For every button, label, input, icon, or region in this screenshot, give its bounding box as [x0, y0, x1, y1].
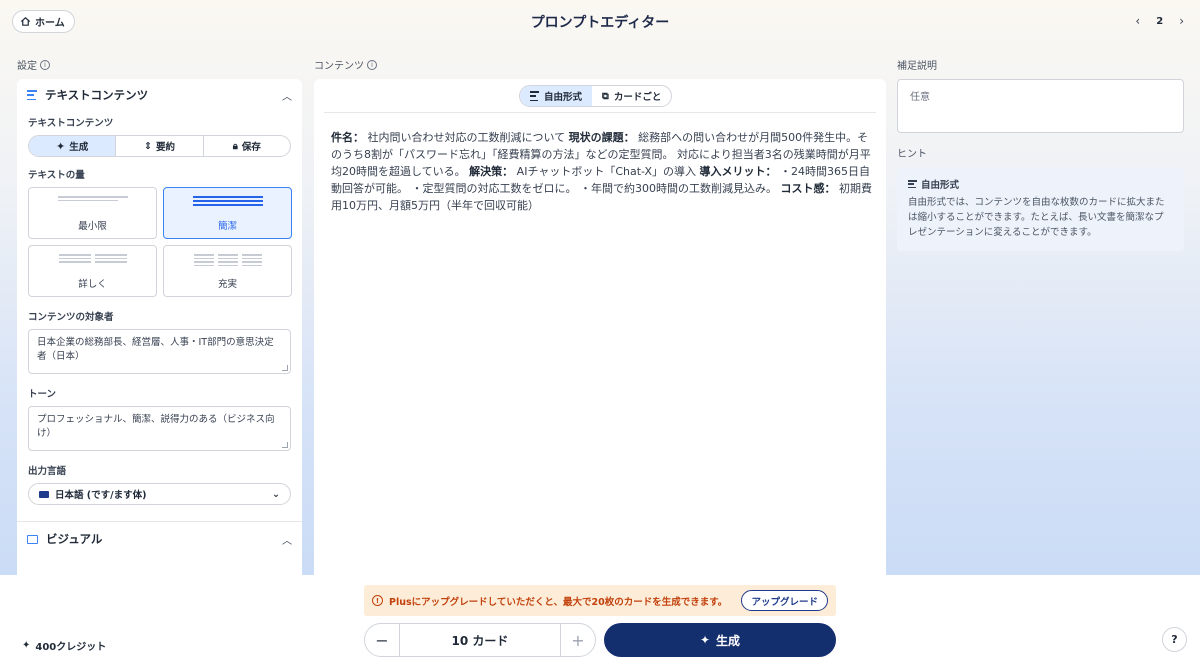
- content-mode-toggle: 自由形式 ⧉ カードごと: [519, 85, 673, 107]
- text-lines-icon: [27, 90, 37, 100]
- chevron-down-icon: ⌄: [272, 488, 280, 500]
- footer-bar: ! Plusにアップグレードしていただくと、最大で20枚のカードを生成できます。…: [0, 575, 1200, 665]
- chevron-up-icon[interactable]: ︿: [282, 532, 292, 547]
- increment-button[interactable]: +: [560, 624, 595, 656]
- tab-card-by-card[interactable]: ⧉ カードごと: [592, 86, 671, 106]
- hint-title: 自由形式: [908, 177, 1173, 191]
- hint-label: ヒント: [897, 149, 927, 160]
- language-icon: [39, 490, 49, 498]
- notes-section-label: 補足説明: [897, 61, 937, 72]
- amount-minimal-option[interactable]: 最小限: [28, 187, 157, 239]
- cards-icon: ⧉: [602, 90, 609, 102]
- chevron-right-icon[interactable]: ›: [1179, 14, 1184, 28]
- sparkle-icon: ✦: [22, 640, 31, 651]
- image-icon: [27, 534, 38, 544]
- content-heading: 現状の課題：: [568, 131, 635, 144]
- sparkle-icon: ✦: [699, 633, 711, 647]
- hint-body: 自由形式では、コンテンツを自由な枚数のカードに拡大または縮小することができます。…: [908, 197, 1165, 238]
- settings-section-label: 設定 i: [17, 57, 50, 72]
- card-count-value: 10 カード: [451, 633, 509, 648]
- page-title: プロンプトエディター: [530, 15, 670, 31]
- text-content-panel-title: テキストコンテンツ: [45, 88, 149, 102]
- mode-summarize-button[interactable]: ⇕ 要約: [116, 136, 204, 156]
- content-editor[interactable]: 件名： 社内問い合わせ対応の工数削減について 現状の課題： 総務部への問い合わせ…: [331, 129, 872, 214]
- info-icon[interactable]: i: [40, 59, 50, 70]
- text-lines-icon: [530, 91, 539, 101]
- help-button[interactable]: ?: [1162, 627, 1187, 652]
- amount-extensive-option[interactable]: 充実: [163, 245, 292, 297]
- bars-icon: [58, 254, 127, 263]
- visual-panel-title: ビジュアル: [46, 532, 103, 546]
- decrement-button[interactable]: −: [365, 624, 400, 656]
- content-panel: 自由形式 ⧉ カードごと 件名： 社内問い合わせ対応の工数削減について 現状の課…: [314, 79, 886, 579]
- tone-label: トーン: [28, 389, 57, 400]
- text-amount-options: 最小限 簡潔 詳しく 充実: [17, 187, 302, 297]
- audience-textarea[interactable]: 日本企業の総務部長、経営層、人事・IT部門の意思決定者（日本）: [28, 329, 291, 374]
- text-amount-label: テキストの量: [28, 170, 85, 181]
- generate-button[interactable]: ✦ 生成: [604, 623, 836, 657]
- content-heading: 解決策：: [469, 165, 514, 178]
- amount-concise-option[interactable]: 簡潔: [163, 187, 292, 239]
- language-select[interactable]: 日本語 (です/ます体) ⌄: [28, 483, 291, 505]
- compress-icon: ⇕: [144, 140, 152, 152]
- hint-box: 自由形式 自由形式では、コンテンツを自由な枚数のカードに拡大または縮小することが…: [897, 167, 1184, 251]
- mode-generate-button[interactable]: ✦ 生成: [29, 136, 117, 156]
- text-mode-label: テキストコンテンツ: [28, 118, 114, 129]
- page-number: 2: [1156, 15, 1164, 27]
- credits-indicator[interactable]: ✦ 400クレジット: [22, 638, 106, 653]
- content-heading: 件名：: [331, 131, 364, 144]
- visual-panel-header[interactable]: ビジュアル ︿: [17, 522, 302, 556]
- tone-textarea[interactable]: プロフェッショナル、簡潔、説得力のある（ビジネス向け）: [28, 406, 291, 451]
- settings-panel: テキストコンテンツ ︿ テキストコンテンツ ✦ 生成 ⇕ 要約 🔒︎ 保存 テキ…: [17, 79, 302, 579]
- card-count-stepper: − 10 カード +: [364, 623, 596, 657]
- content-section-label: コンテンツ i: [314, 57, 377, 72]
- language-label: 出力言語: [28, 466, 67, 477]
- content-heading: 導入メリット：: [699, 165, 777, 178]
- bars-icon: [192, 196, 263, 206]
- content-heading: コスト感：: [780, 182, 836, 195]
- tab-freeform[interactable]: 自由形式: [520, 86, 593, 106]
- text-mode-segmented: ✦ 生成 ⇕ 要約 🔒︎ 保存: [28, 135, 291, 157]
- header: ホーム プロンプトエディター ‹ 2 ›: [0, 0, 1200, 44]
- upgrade-message: Plusにアップグレードしていただくと、最大で20枚のカードを生成できます。: [389, 596, 728, 608]
- lock-icon: 🔒︎: [232, 140, 238, 152]
- text-content-panel-header[interactable]: テキストコンテンツ ︿: [17, 79, 302, 111]
- divider: [324, 112, 876, 113]
- content-body: 社内問い合わせ対応の工数削減について: [364, 131, 569, 144]
- bars-icon: [57, 196, 128, 201]
- upgrade-banner: ! Plusにアップグレードしていただくと、最大で20枚のカードを生成できます。…: [364, 585, 836, 616]
- mode-preserve-button[interactable]: 🔒︎ 保存: [204, 136, 290, 156]
- pager: ‹ 2 ›: [1135, 14, 1184, 28]
- bars-icon: [193, 254, 262, 266]
- sparkle-icon: ✦: [56, 139, 66, 153]
- content-body: AIチャットボット「Chat-X」の導入: [513, 165, 700, 178]
- chevron-left-icon[interactable]: ‹: [1135, 14, 1140, 28]
- warning-icon: !: [372, 595, 383, 606]
- audience-label: コンテンツの対象者: [28, 312, 114, 323]
- upgrade-button[interactable]: アップグレード: [741, 590, 828, 611]
- info-icon[interactable]: i: [367, 59, 377, 70]
- chevron-up-icon[interactable]: ︿: [282, 88, 292, 103]
- amount-detailed-option[interactable]: 詳しく: [28, 245, 157, 297]
- notes-textarea[interactable]: 任意: [897, 79, 1184, 133]
- text-lines-icon: [908, 180, 917, 188]
